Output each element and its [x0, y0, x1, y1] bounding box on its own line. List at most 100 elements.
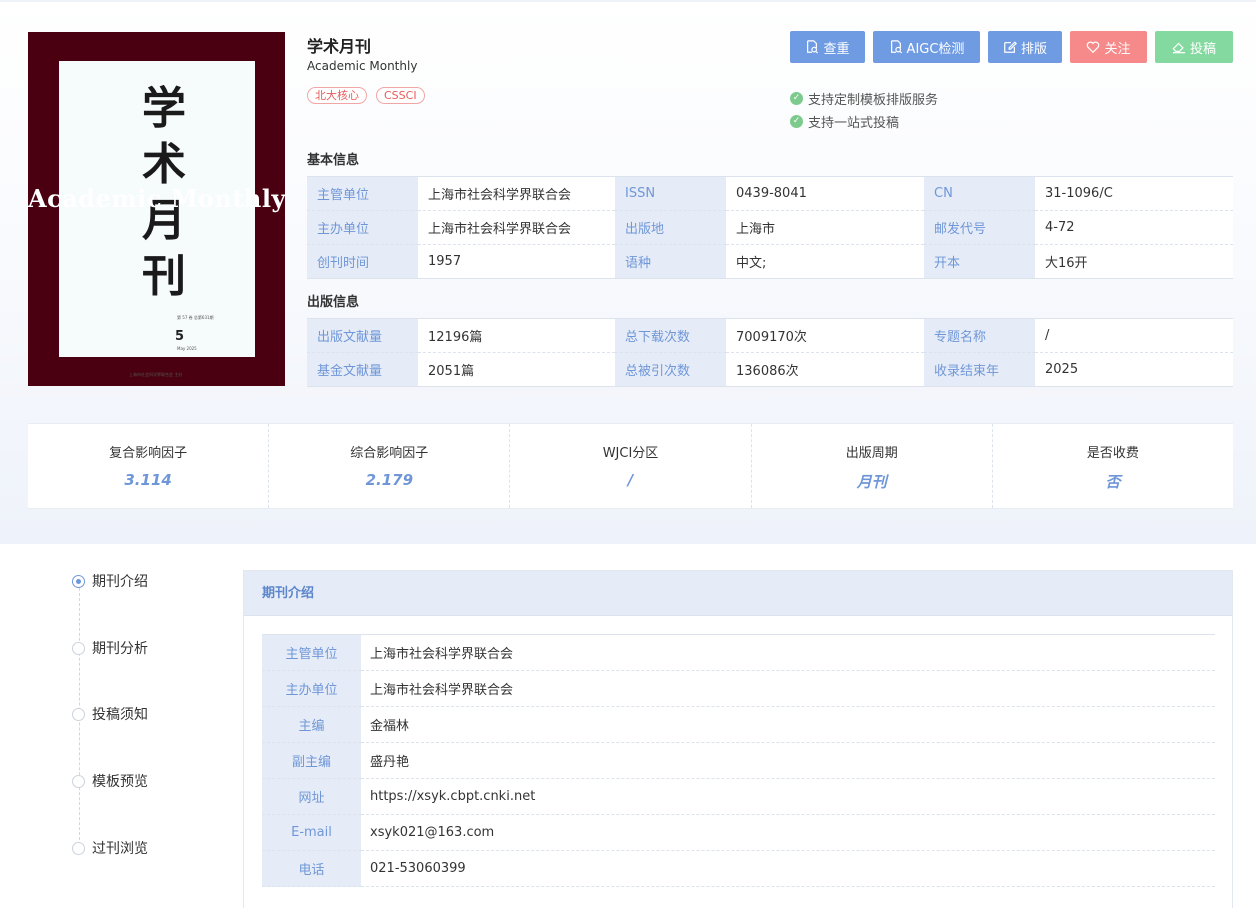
button-label: 关注 [1104, 41, 1131, 57]
support-item: ✓ 支持一站式投稿 [790, 110, 938, 133]
table-row: 基金文献量 2051篇 总被引次数 136086次 收录结束年 2025 [307, 352, 1233, 387]
field-value: 上海市社会科学界联合会 [418, 210, 615, 245]
field-value: 136086次 [726, 352, 924, 387]
typeset-button[interactable]: 排版 [988, 31, 1062, 63]
basic-info-table: 主管单位 上海市社会科学界联合会 ISSN 0439-8041 CN 31-10… [307, 176, 1233, 279]
field-label: 基金文献量 [307, 352, 418, 387]
journal-subtitle: Academic Monthly [307, 59, 418, 73]
field-label: 语种 [615, 244, 726, 279]
table-row: E-mail xsyk021@163.com [262, 814, 1215, 851]
button-label: 排版 [1020, 41, 1047, 57]
journal-header-section: 学 术 月 刊 第 57 卷 总第631期 5 May 2025 上海市社会科学… [0, 0, 1256, 544]
field-value: / [1035, 318, 1233, 353]
nav-item-back-issues[interactable]: 过刊浏览 [72, 838, 148, 858]
field-value: 31-1096/C [1035, 176, 1233, 211]
cover-issue-number: 5 [175, 329, 185, 344]
table-row: 副主编 盛丹艳 [262, 742, 1215, 779]
website-link[interactable]: https://xsyk.cbpt.cnki.net [361, 778, 1215, 815]
check-icon: ✓ [790, 115, 803, 128]
tag-pku-core: 北大核心 [307, 87, 367, 104]
aigc-detect-button[interactable]: AIGC检测 [873, 31, 980, 63]
search-doc-icon [890, 40, 902, 54]
field-label: 主管单位 [307, 176, 418, 211]
field-value: 上海市社会科学界联合会 [418, 176, 615, 211]
field-label: CN [924, 176, 1035, 211]
email-link[interactable]: xsyk021@163.com [361, 814, 1215, 851]
nav-label: 过刊浏览 [92, 841, 148, 857]
tag-cssci: CSSCI [376, 87, 425, 104]
metric-label: WJCI分区 [602, 446, 659, 461]
nav-label: 投稿须知 [92, 707, 148, 723]
cover-publisher-line: 上海市社会科学界联合会 主办 [129, 372, 183, 377]
support-text: 支持定制模板排版服务 [808, 93, 939, 108]
nav-item-intro[interactable]: 期刊介绍 [72, 571, 148, 591]
field-label: 总下载次数 [615, 318, 726, 353]
metric-label: 出版周期 [845, 446, 898, 461]
field-value: 大16开 [1035, 244, 1233, 279]
field-value: 4-72 [1035, 210, 1233, 245]
button-label: AIGC检测 [906, 41, 965, 57]
field-label: 出版地 [615, 210, 726, 245]
radio-dot-icon [72, 641, 85, 655]
metric-fee: 是否收费 否 [993, 424, 1233, 508]
journal-tags: 北大核心 CSSCI [307, 87, 425, 104]
plagiarism-check-button[interactable]: 查重 [790, 31, 865, 63]
radio-dot-icon [72, 841, 85, 855]
intro-panel: 期刊介绍 主管单位 上海市社会科学界联合会 主办单位 上海市社会科学界联合会 主… [243, 570, 1233, 908]
metric-value: 2.179 [365, 471, 414, 489]
table-row: 出版文献量 12196篇 总下载次数 7009170次 专题名称 / [307, 318, 1233, 353]
field-label: 网址 [262, 778, 361, 815]
heart-icon [1087, 41, 1100, 54]
intro-panel-title: 期刊介绍 [244, 571, 1232, 616]
publish-info-heading: 出版信息 [307, 295, 360, 310]
table-row: 主编 金福林 [262, 706, 1215, 743]
field-label: 主办单位 [307, 210, 418, 245]
button-label: 投稿 [1189, 41, 1216, 57]
cover-char: 学 [142, 83, 186, 134]
field-value: 上海市 [726, 210, 924, 245]
nav-label: 期刊介绍 [92, 574, 148, 590]
submit-button[interactable]: 投稿 [1155, 31, 1233, 63]
journal-title: 学术月刊 [307, 37, 372, 56]
field-label: ISSN [615, 176, 726, 211]
metric-label: 复合影响因子 [109, 446, 188, 461]
follow-button[interactable]: 关注 [1070, 31, 1147, 63]
nav-label: 模板预览 [92, 774, 148, 790]
publish-info-table: 出版文献量 12196篇 总下载次数 7009170次 专题名称 / 基金文献量… [307, 318, 1233, 387]
field-label: 创刊时间 [307, 244, 418, 279]
check-icon: ✓ [790, 92, 803, 105]
search-doc-icon [807, 40, 819, 54]
field-value: 12196篇 [418, 318, 615, 353]
action-buttons: 查重 AIGC检测 排版 关注 投稿 [790, 31, 1233, 63]
table-row: 电话 021-53060399 [262, 850, 1215, 887]
field-label: 出版文献量 [307, 318, 418, 353]
field-label: 专题名称 [924, 318, 1035, 353]
field-value: 上海市社会科学界联合会 [361, 634, 1215, 671]
field-label: 收录结束年 [924, 352, 1035, 387]
table-row: 主管单位 上海市社会科学界联合会 ISSN 0439-8041 CN 31-10… [307, 176, 1233, 211]
radio-dot-icon [72, 774, 85, 788]
field-value: 上海市社会科学界联合会 [361, 670, 1215, 707]
field-value: 盛丹艳 [361, 742, 1215, 779]
metric-comprehensive-impact: 综合影响因子 2.179 [269, 424, 511, 508]
radio-dot-icon [72, 707, 85, 721]
field-value: 2025 [1035, 352, 1233, 387]
metric-label: 是否收费 [1086, 446, 1139, 461]
field-value: 021-53060399 [361, 850, 1215, 887]
nav-item-template[interactable]: 模板预览 [72, 771, 148, 791]
intro-table: 主管单位 上海市社会科学界联合会 主办单位 上海市社会科学界联合会 主编 金福林… [262, 634, 1215, 887]
field-label: E-mail [262, 814, 361, 851]
metric-wjci: WJCI分区 / [510, 424, 752, 508]
field-label: 主管单位 [262, 634, 361, 671]
cover-issue-line: 第 57 卷 总第631期 [177, 315, 214, 320]
cover-issue-date: May 2025 [177, 346, 197, 351]
nav-item-guidelines[interactable]: 投稿须知 [72, 704, 148, 724]
field-value: 1957 [418, 244, 615, 279]
metric-value: 3.114 [124, 471, 172, 489]
table-row: 主管单位 上海市社会科学界联合会 [262, 634, 1215, 671]
metric-label: 综合影响因子 [350, 446, 429, 461]
button-label: 查重 [823, 41, 850, 57]
nav-item-analysis[interactable]: 期刊分析 [72, 638, 148, 658]
table-row: 创刊时间 1957 语种 中文; 开本 大16开 [307, 244, 1233, 279]
support-item: ✓ 支持定制模板排版服务 [790, 87, 938, 110]
